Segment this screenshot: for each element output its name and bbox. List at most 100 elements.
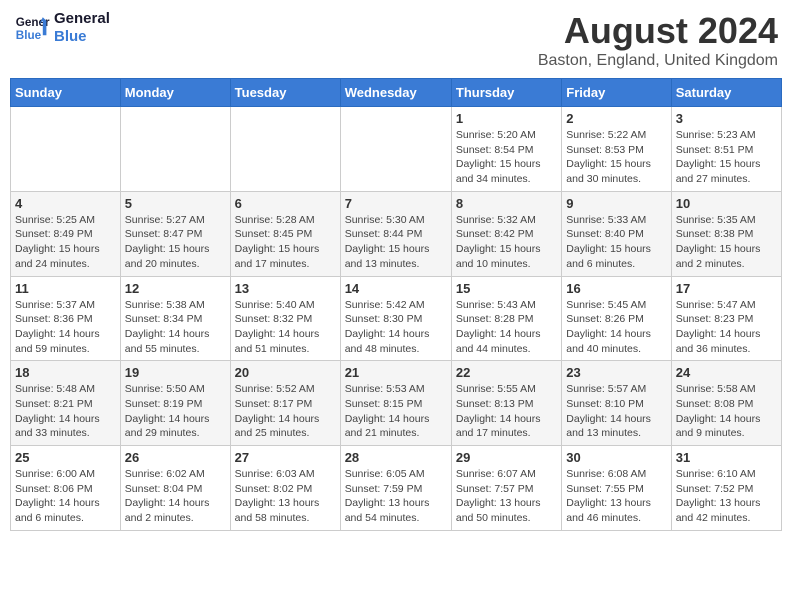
day-info: Sunrise: 6:00 AM Sunset: 8:06 PM Dayligh… — [15, 467, 116, 526]
day-number: 25 — [15, 450, 116, 465]
calendar-cell: 17 Sunrise: 5:47 AM Sunset: 8:23 PM Dayli… — [671, 276, 781, 361]
logo: General Blue General Blue — [14, 10, 110, 46]
calendar-cell — [230, 107, 340, 192]
day-header-tuesday: Tuesday — [230, 79, 340, 107]
calendar-cell — [340, 107, 451, 192]
day-number: 2 — [566, 111, 666, 126]
day-info: Sunrise: 5:40 AM Sunset: 8:32 PM Dayligh… — [235, 298, 336, 357]
calendar-cell: 14 Sunrise: 5:42 AM Sunset: 8:30 PM Dayli… — [340, 276, 451, 361]
day-info: Sunrise: 5:23 AM Sunset: 8:51 PM Dayligh… — [676, 128, 777, 187]
week-row-2: 4Sunrise: 5:25 AM Sunset: 8:49 PM Daylig… — [11, 191, 782, 276]
day-info: Sunrise: 5:30 AM Sunset: 8:44 PM Dayligh… — [345, 213, 447, 272]
day-header-saturday: Saturday — [671, 79, 781, 107]
day-number: 17 — [676, 281, 777, 296]
calendar-cell: 22 Sunrise: 5:55 AM Sunset: 8:13 PM Dayli… — [451, 361, 561, 446]
day-number: 5 — [125, 196, 226, 211]
calendar-cell: 9 Sunrise: 5:33 AM Sunset: 8:40 PM Daylig… — [562, 191, 671, 276]
day-number: 11 — [15, 281, 116, 296]
calendar-table: SundayMondayTuesdayWednesdayThursdayFrid… — [10, 78, 782, 531]
calendar-cell: 18 Sunrise: 5:48 AM Sunset: 8:21 PM Dayli… — [11, 361, 121, 446]
calendar-cell: 3Sunrise: 5:23 AM Sunset: 8:51 PM Daylig… — [671, 107, 781, 192]
calendar-cell: 2 Sunrise: 5:22 AM Sunset: 8:53 PM Daylig… — [562, 107, 671, 192]
calendar-cell: 4Sunrise: 5:25 AM Sunset: 8:49 PM Daylig… — [11, 191, 121, 276]
calendar-cell: 7 Sunrise: 5:30 AM Sunset: 8:44 PM Daylig… — [340, 191, 451, 276]
header: General Blue General Blue August 2024 Ba… — [10, 10, 782, 70]
calendar-cell: 23Sunrise: 5:57 AM Sunset: 8:10 PM Dayli… — [562, 361, 671, 446]
day-number: 12 — [125, 281, 226, 296]
day-info: Sunrise: 5:43 AM Sunset: 8:28 PM Dayligh… — [456, 298, 557, 357]
day-info: Sunrise: 6:08 AM Sunset: 7:55 PM Dayligh… — [566, 467, 666, 526]
day-number: 7 — [345, 196, 447, 211]
day-info: Sunrise: 5:28 AM Sunset: 8:45 PM Dayligh… — [235, 213, 336, 272]
day-info: Sunrise: 5:48 AM Sunset: 8:21 PM Dayligh… — [15, 382, 116, 441]
day-info: Sunrise: 5:47 AM Sunset: 8:23 PM Dayligh… — [676, 298, 777, 357]
calendar-cell — [120, 107, 230, 192]
day-number: 16 — [566, 281, 666, 296]
day-number: 26 — [125, 450, 226, 465]
day-number: 13 — [235, 281, 336, 296]
subtitle: Baston, England, United Kingdom — [538, 52, 778, 70]
day-number: 6 — [235, 196, 336, 211]
days-header-row: SundayMondayTuesdayWednesdayThursdayFrid… — [11, 79, 782, 107]
day-info: Sunrise: 5:27 AM Sunset: 8:47 PM Dayligh… — [125, 213, 226, 272]
day-info: Sunrise: 5:35 AM Sunset: 8:38 PM Dayligh… — [676, 213, 777, 272]
logo-icon: General Blue — [14, 10, 50, 46]
day-info: Sunrise: 5:58 AM Sunset: 8:08 PM Dayligh… — [676, 382, 777, 441]
day-number: 18 — [15, 365, 116, 380]
calendar-cell: 5 Sunrise: 5:27 AM Sunset: 8:47 PM Daylig… — [120, 191, 230, 276]
day-info: Sunrise: 6:02 AM Sunset: 8:04 PM Dayligh… — [125, 467, 226, 526]
day-info: Sunrise: 5:38 AM Sunset: 8:34 PM Dayligh… — [125, 298, 226, 357]
calendar-cell: 6 Sunrise: 5:28 AM Sunset: 8:45 PM Daylig… — [230, 191, 340, 276]
day-header-monday: Monday — [120, 79, 230, 107]
calendar-cell: 15 Sunrise: 5:43 AM Sunset: 8:28 PM Dayli… — [451, 276, 561, 361]
day-info: Sunrise: 5:37 AM Sunset: 8:36 PM Dayligh… — [15, 298, 116, 357]
day-number: 14 — [345, 281, 447, 296]
day-number: 27 — [235, 450, 336, 465]
day-info: Sunrise: 5:53 AM Sunset: 8:15 PM Dayligh… — [345, 382, 447, 441]
day-number: 28 — [345, 450, 447, 465]
day-info: Sunrise: 5:42 AM Sunset: 8:30 PM Dayligh… — [345, 298, 447, 357]
day-header-wednesday: Wednesday — [340, 79, 451, 107]
day-info: Sunrise: 6:07 AM Sunset: 7:57 PM Dayligh… — [456, 467, 557, 526]
calendar-cell: 1 Sunrise: 5:20 AM Sunset: 8:54 PM Daylig… — [451, 107, 561, 192]
day-info: Sunrise: 5:22 AM Sunset: 8:53 PM Dayligh… — [566, 128, 666, 187]
logo-text-general: General — [54, 10, 110, 28]
calendar-cell: 31Sunrise: 6:10 AM Sunset: 7:52 PM Dayli… — [671, 446, 781, 531]
day-number: 20 — [235, 365, 336, 380]
main-title: August 2024 — [538, 10, 778, 52]
day-header-sunday: Sunday — [11, 79, 121, 107]
day-info: Sunrise: 5:50 AM Sunset: 8:19 PM Dayligh… — [125, 382, 226, 441]
day-number: 9 — [566, 196, 666, 211]
day-info: Sunrise: 5:55 AM Sunset: 8:13 PM Dayligh… — [456, 382, 557, 441]
week-row-3: 11 Sunrise: 5:37 AM Sunset: 8:36 PM Dayli… — [11, 276, 782, 361]
calendar-cell: 20Sunrise: 5:52 AM Sunset: 8:17 PM Dayli… — [230, 361, 340, 446]
day-header-friday: Friday — [562, 79, 671, 107]
day-info: Sunrise: 5:32 AM Sunset: 8:42 PM Dayligh… — [456, 213, 557, 272]
day-info: Sunrise: 6:05 AM Sunset: 7:59 PM Dayligh… — [345, 467, 447, 526]
day-header-thursday: Thursday — [451, 79, 561, 107]
logo-text-blue: Blue — [54, 28, 110, 46]
calendar-cell: 12 Sunrise: 5:38 AM Sunset: 8:34 PM Dayli… — [120, 276, 230, 361]
day-number: 8 — [456, 196, 557, 211]
calendar-cell: 30Sunrise: 6:08 AM Sunset: 7:55 PM Dayli… — [562, 446, 671, 531]
calendar-cell: 28 Sunrise: 6:05 AM Sunset: 7:59 PM Dayli… — [340, 446, 451, 531]
svg-text:Blue: Blue — [16, 29, 42, 42]
day-info: Sunrise: 5:45 AM Sunset: 8:26 PM Dayligh… — [566, 298, 666, 357]
calendar-cell: 27 Sunrise: 6:03 AM Sunset: 8:02 PM Dayli… — [230, 446, 340, 531]
calendar-cell: 11 Sunrise: 5:37 AM Sunset: 8:36 PM Dayli… — [11, 276, 121, 361]
title-section: August 2024 Baston, England, United King… — [538, 10, 778, 70]
day-info: Sunrise: 6:03 AM Sunset: 8:02 PM Dayligh… — [235, 467, 336, 526]
day-number: 24 — [676, 365, 777, 380]
day-info: Sunrise: 5:33 AM Sunset: 8:40 PM Dayligh… — [566, 213, 666, 272]
day-number: 29 — [456, 450, 557, 465]
calendar-cell: 13 Sunrise: 5:40 AM Sunset: 8:32 PM Dayli… — [230, 276, 340, 361]
day-number: 15 — [456, 281, 557, 296]
day-number: 1 — [456, 111, 557, 126]
day-number: 22 — [456, 365, 557, 380]
calendar-cell: 16 Sunrise: 5:45 AM Sunset: 8:26 PM Dayli… — [562, 276, 671, 361]
day-number: 21 — [345, 365, 447, 380]
day-number: 19 — [125, 365, 226, 380]
calendar-cell: 24 Sunrise: 5:58 AM Sunset: 8:08 PM Dayli… — [671, 361, 781, 446]
week-row-1: 1 Sunrise: 5:20 AM Sunset: 8:54 PM Daylig… — [11, 107, 782, 192]
day-info: Sunrise: 5:20 AM Sunset: 8:54 PM Dayligh… — [456, 128, 557, 187]
